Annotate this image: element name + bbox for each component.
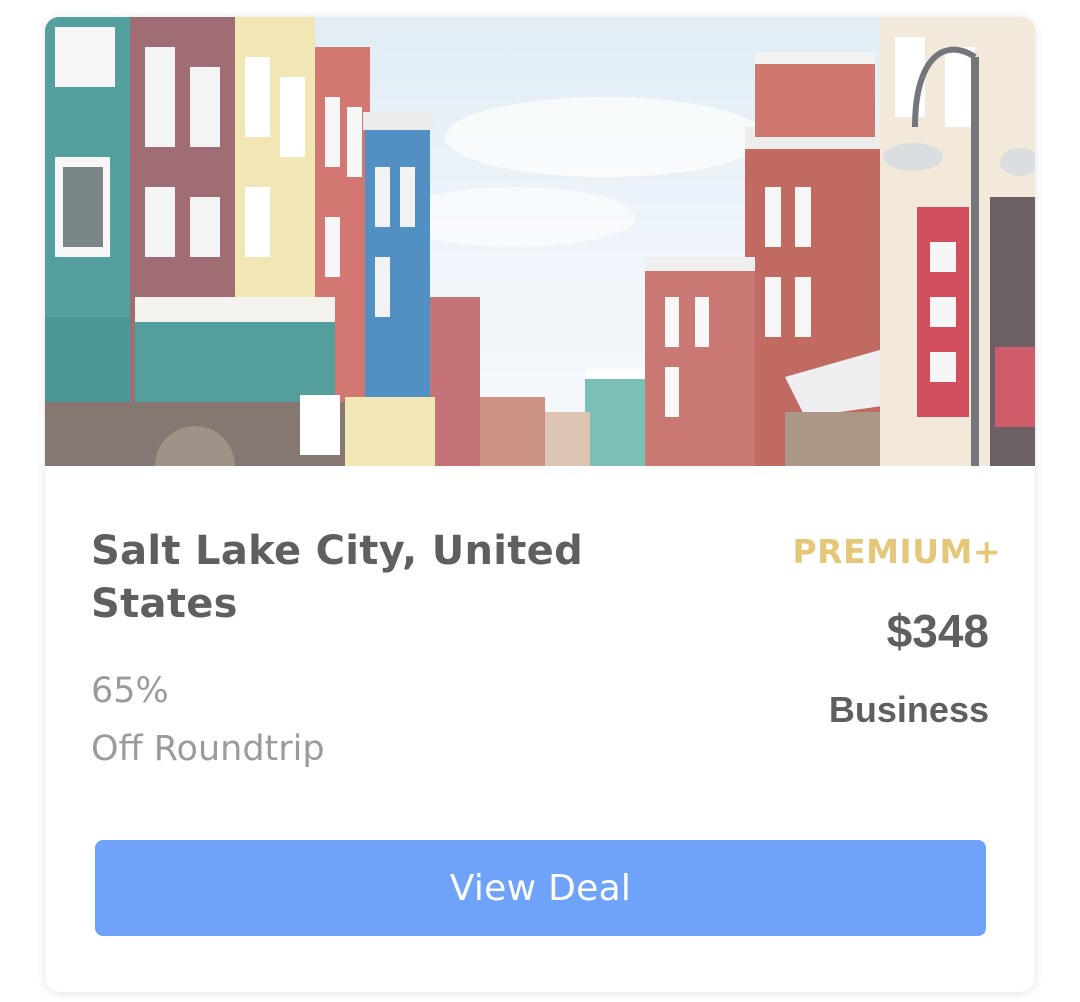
discount-info: 65% Off Roundtrip <box>91 662 325 778</box>
destination-title: Salt Lake City, United States <box>91 528 584 627</box>
destination-photo <box>45 17 1035 466</box>
tier-badge: PREMIUM+ <box>792 532 1001 571</box>
cabin-class: Business <box>828 689 989 730</box>
discount-percent: 65% <box>91 671 169 711</box>
view-deal-button[interactable]: View Deal <box>95 840 986 936</box>
discount-label: Off Roundtrip <box>91 729 325 769</box>
deal-card[interactable]: Salt Lake City, United States 65% Off Ro… <box>45 17 1035 992</box>
deal-price: $348 <box>886 605 989 657</box>
